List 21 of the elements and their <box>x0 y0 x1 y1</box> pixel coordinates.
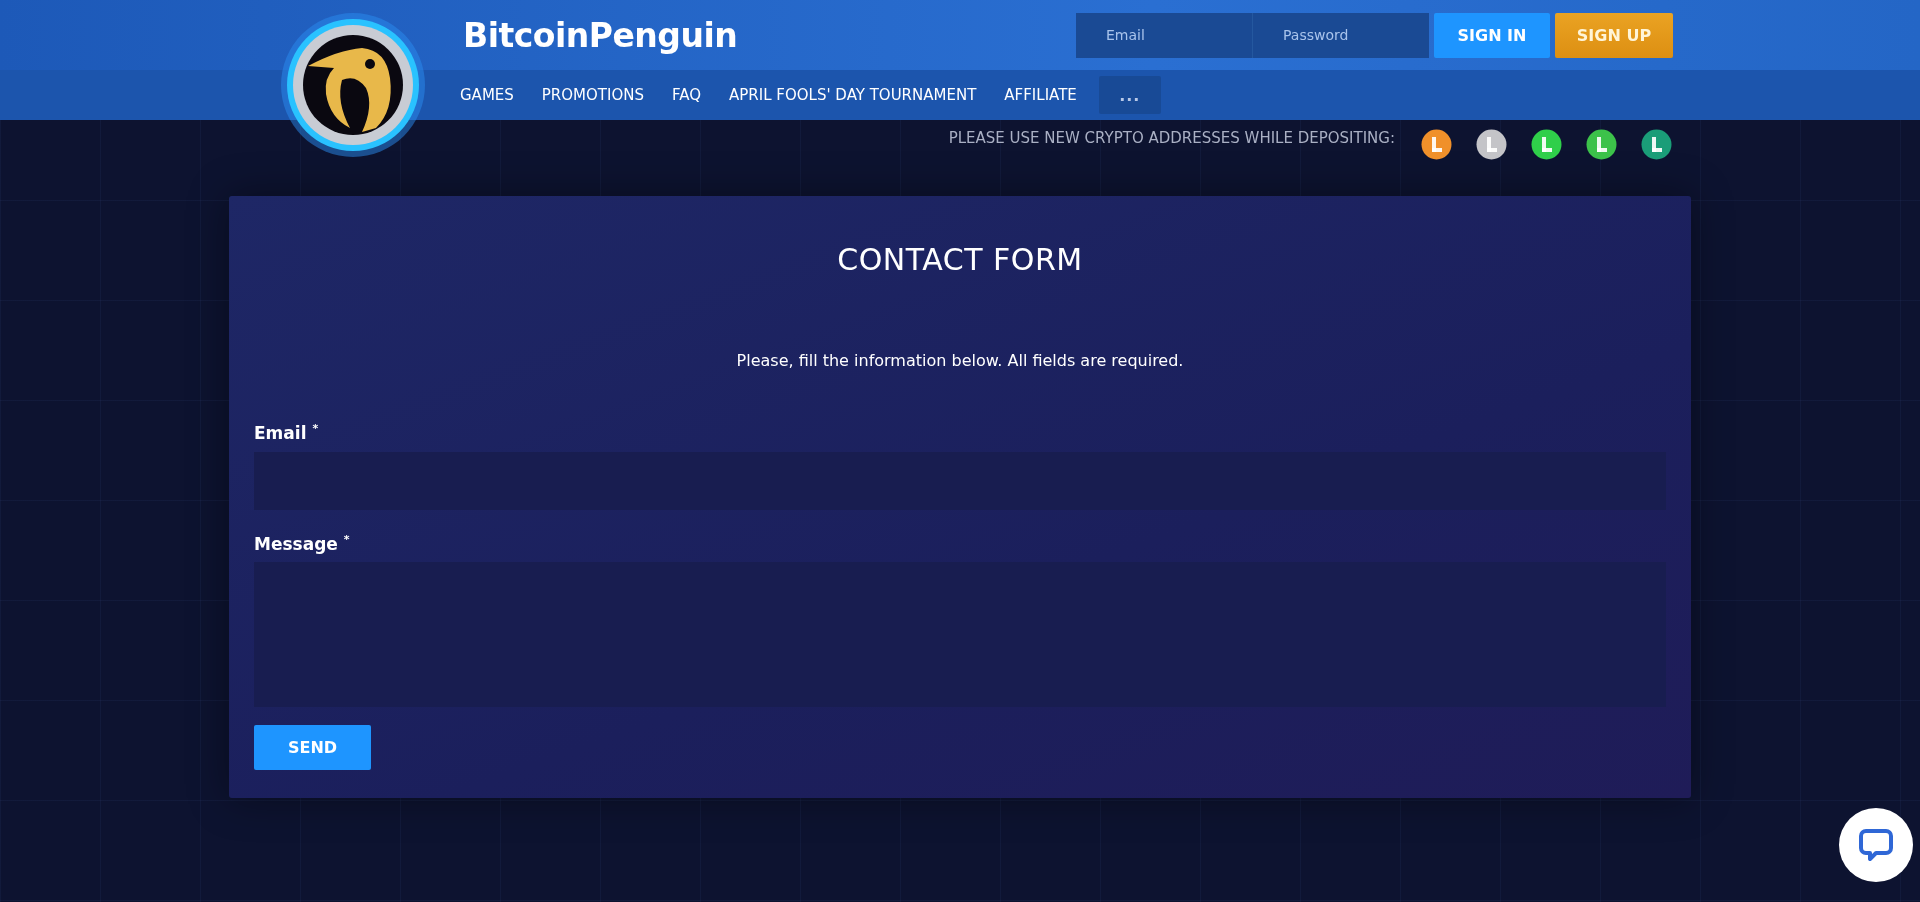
field-label: Email $^{*}$ <box>254 422 320 443</box>
brand-name: BitcoinPenguin <box>463 15 738 55</box>
field-label: Message $^{*}$ <box>254 532 351 554</box>
penguin-logo[interactable] <box>278 10 428 160</box>
more-button[interactable]: ... <box>1098 76 1161 114</box>
coin-icon[interactable] <box>1531 129 1562 160</box>
notice-text: PLEASE USE NEW CRYPTO ADDRESSES WHILE DEPOSITING: <box>948 129 1395 147</box>
nav-link[interactable]: GAMES <box>460 86 514 104</box>
coin-icon[interactable] <box>1476 129 1507 160</box>
form-title: CONTACT FORM <box>836 242 1084 277</box>
coin-icon[interactable] <box>1641 129 1672 160</box>
nav-link[interactable]: AFFILIATE <box>1004 86 1077 104</box>
form-instructions: Please, fill the information below. All fields are required. <box>735 351 1185 370</box>
chat-bubble-icon <box>1858 827 1894 863</box>
coin-icon[interactable] <box>1421 129 1452 160</box>
coin-icon[interactable] <box>1586 129 1617 160</box>
email-field[interactable]: Email <box>1076 12 1252 58</box>
nav-link[interactable]: APRIL FOOLS' DAY TOURNAMENT <box>729 86 977 104</box>
nav-link[interactable]: PROMOTIONS <box>541 86 644 104</box>
nav-link[interactable]: FAQ <box>672 86 702 104</box>
password-field[interactable]: Password <box>1252 12 1429 58</box>
